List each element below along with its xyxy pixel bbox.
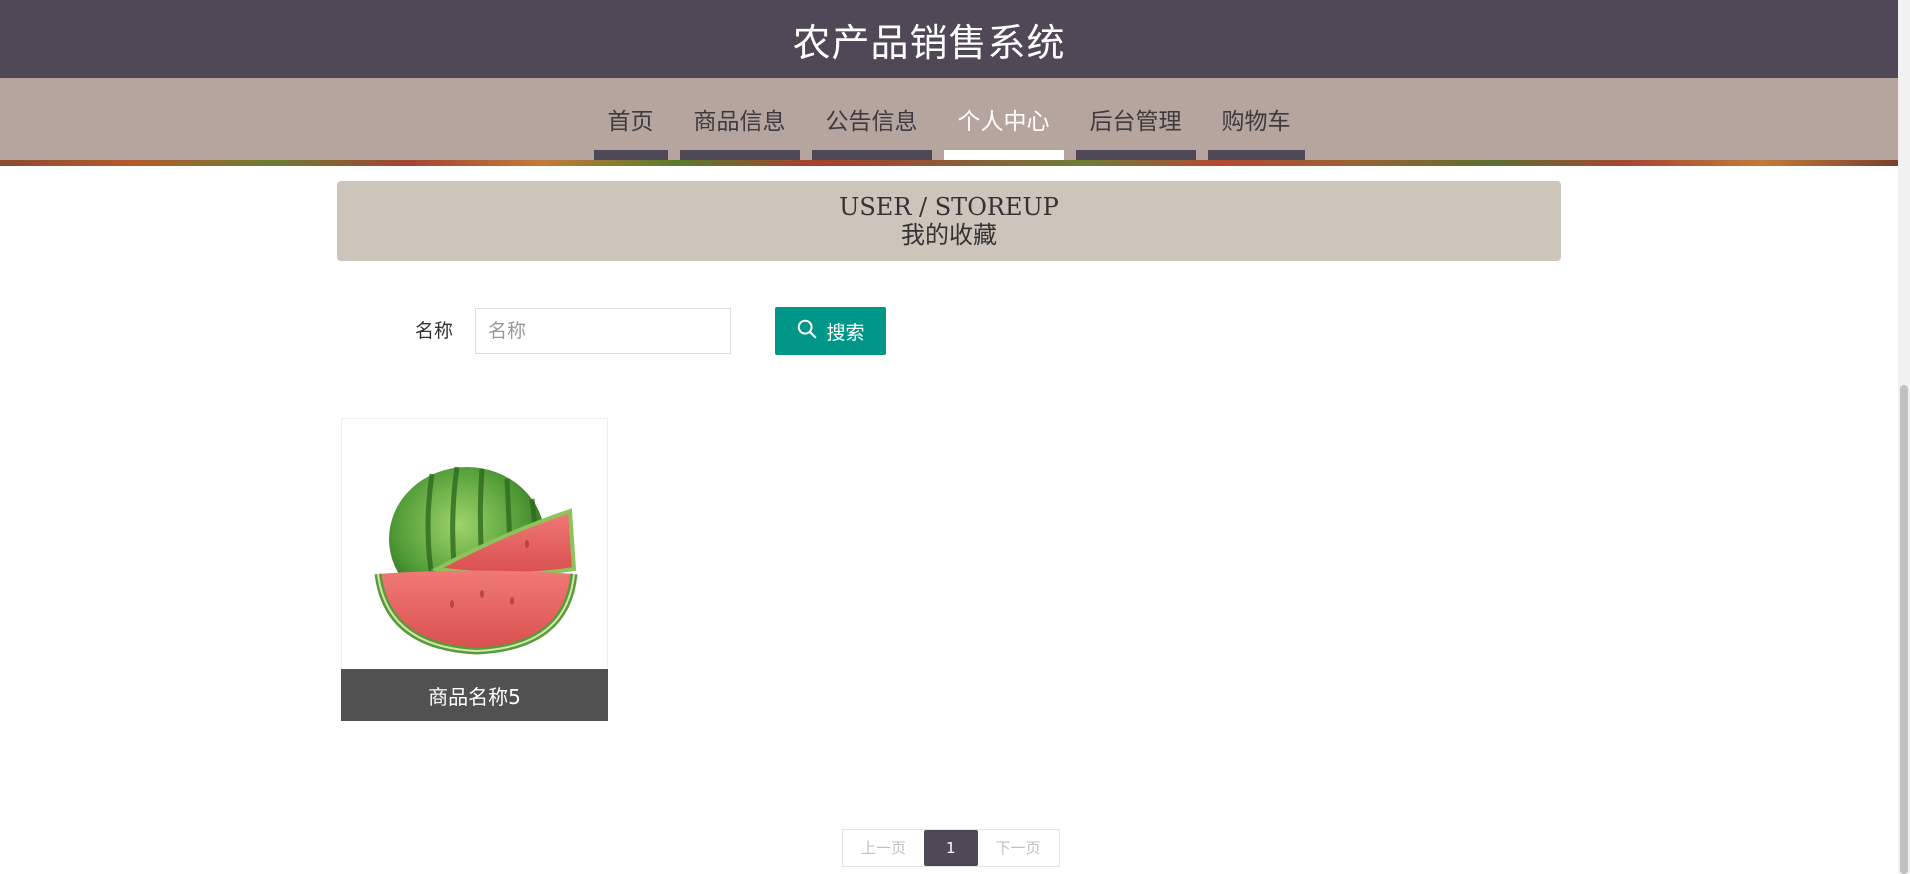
item-name: 商品名称5 [341, 669, 608, 721]
pagination: 上一页 1 下一页 [842, 829, 1060, 867]
banner-strip [0, 160, 1898, 166]
nav-underbar [593, 150, 668, 160]
search-icon [796, 318, 818, 345]
main-nav: 首页 商品信息 公告信息 个人中心 后台管理 购物车 [0, 78, 1898, 160]
search-button-label: 搜索 [826, 321, 865, 344]
prev-page-button[interactable]: 上一页 [843, 830, 924, 866]
page-number-current[interactable]: 1 [924, 830, 978, 866]
page-title-cn: 我的收藏 [901, 221, 997, 249]
nav-item-cart[interactable]: 购物车 [1204, 78, 1309, 160]
nav-item-products[interactable]: 商品信息 [676, 78, 804, 160]
page-title-en: USER / STOREUP [839, 193, 1059, 221]
search-button[interactable]: 搜索 [775, 307, 886, 355]
next-page-button[interactable]: 下一页 [978, 830, 1059, 866]
nav-underbar [1075, 150, 1196, 160]
nav-item-label: 个人中心 [957, 109, 1050, 135]
nav-item-label: 首页 [607, 109, 654, 135]
favorite-item-card[interactable]: 商品名称5 [341, 418, 608, 721]
nav-item-label: 购物车 [1221, 109, 1291, 135]
nav-underbar [679, 150, 800, 160]
search-input[interactable] [475, 308, 731, 354]
nav-underbar [1207, 150, 1305, 160]
nav-item-announcements[interactable]: 公告信息 [808, 78, 936, 160]
page-header: USER / STOREUP 我的收藏 [337, 181, 1561, 261]
top-header: 农产品销售系统 [0, 0, 1898, 78]
nav-item-personal-center[interactable]: 个人中心 [940, 78, 1068, 160]
nav-underbar [943, 150, 1064, 160]
nav-item-label: 商品信息 [693, 109, 786, 135]
nav-item-label: 后台管理 [1089, 109, 1182, 135]
scrollbar[interactable] [1898, 0, 1910, 874]
nav-underbar [811, 150, 932, 160]
nav-item-home[interactable]: 首页 [590, 78, 672, 160]
watermelon-image [342, 419, 607, 669]
search-form: 名称 搜索 [337, 307, 1561, 355]
nav-item-admin[interactable]: 后台管理 [1072, 78, 1200, 160]
nav-item-label: 公告信息 [825, 109, 918, 135]
search-label: 名称 [415, 320, 454, 342]
site-title: 农产品销售系统 [792, 20, 1066, 65]
scrollbar-thumb[interactable] [1900, 385, 1908, 874]
